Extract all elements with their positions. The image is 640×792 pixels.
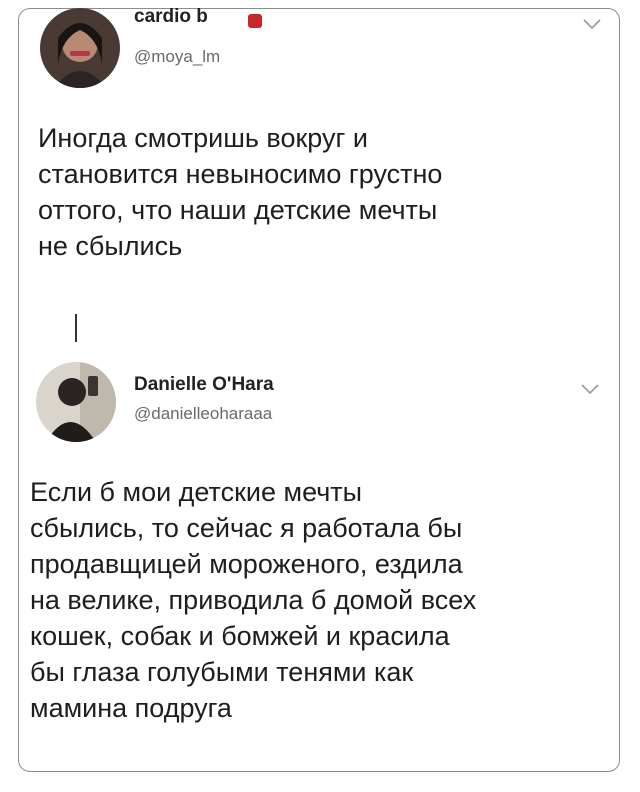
tweet-line: на велике, приводила б домой всех	[30, 585, 477, 615]
tweet-line: мамина подруга	[30, 693, 232, 723]
tweet-line: Если б мои детские мечты	[30, 477, 363, 507]
tweet-line: не сбылись	[38, 231, 183, 261]
tweet-line: бы глаза голубыми тенями как	[30, 657, 414, 687]
avatar-reply[interactable]	[36, 362, 116, 442]
display-name[interactable]: cardio b	[134, 6, 208, 28]
tweet-body-reply: Если б мои детские мечты сбылись, то сей…	[30, 474, 476, 726]
thread-connector	[75, 314, 77, 342]
tweet-line: кошек, собак и бомжей и красила	[30, 621, 450, 651]
tweet-line: сбылись, то сейчас я работала бы	[30, 513, 463, 543]
tweet-line: Иногда смотришь вокруг и	[38, 123, 368, 153]
tweet-line: продавщицей мороженого, ездила	[30, 549, 463, 579]
tweet-line: становится невыносимо грустно	[38, 159, 443, 189]
user-handle[interactable]: @moya_lm	[134, 47, 220, 67]
tweet-body-original: Иногда смотришь вокруг и становится невы…	[38, 120, 442, 264]
display-name[interactable]: Danielle O'Hara	[134, 374, 274, 396]
chevron-down-icon[interactable]	[580, 382, 600, 396]
tweet-line: оттого, что наши детские мечты	[38, 195, 438, 225]
avatar-image	[40, 8, 120, 88]
flag-badge-icon	[248, 14, 262, 28]
user-handle[interactable]: @danielleoharaaa	[134, 404, 272, 424]
chevron-down-icon[interactable]	[582, 17, 602, 31]
avatar-original[interactable]	[40, 8, 120, 88]
avatar-image	[36, 362, 116, 442]
